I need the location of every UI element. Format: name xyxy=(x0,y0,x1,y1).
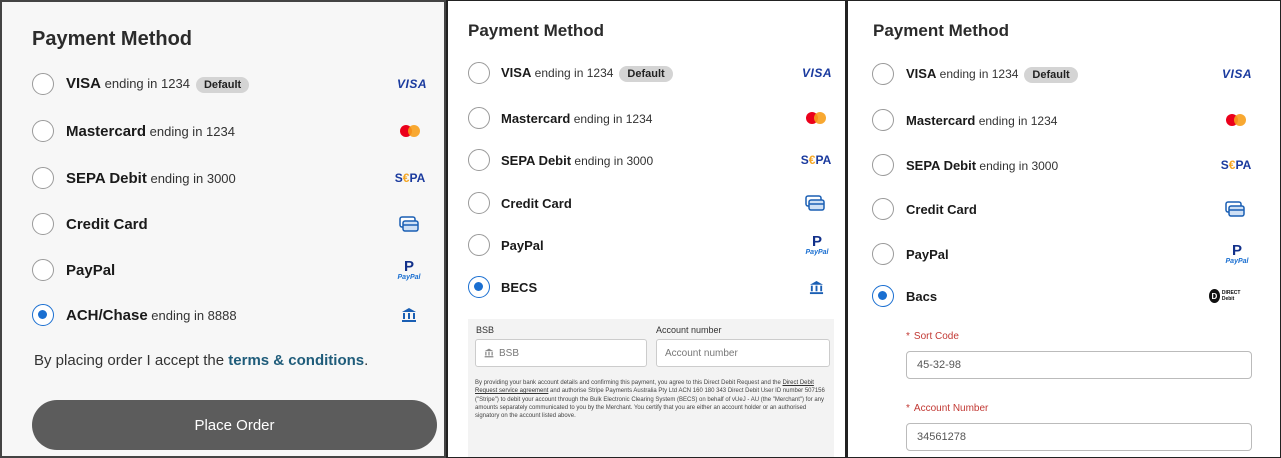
account-number-value: 34561278 xyxy=(917,431,966,443)
option-brand: VISA xyxy=(66,75,102,92)
option-visa[interactable]: VISA ending in 1234 Default VISA xyxy=(848,59,1280,89)
paypal-logo: P PayPal xyxy=(1225,241,1249,265)
option-bacs[interactable]: Bacs D DIRECT Debit xyxy=(848,281,1280,311)
radio-visa[interactable] xyxy=(872,63,894,85)
sepa-logo: S € PA xyxy=(800,153,832,167)
page-title: Payment Method xyxy=(873,21,1010,40)
payment-panel-bacs: Payment Method VISA ending in 1234 Defaul… xyxy=(846,0,1281,458)
option-visa[interactable]: VISA ending in 1234 Default VISA xyxy=(2,69,444,99)
radio-credit-card[interactable] xyxy=(32,213,54,235)
becs-form: BSB Account number BSB Account number By… xyxy=(468,319,834,457)
visa-logo: VISA xyxy=(396,77,427,91)
radio-bacs[interactable] xyxy=(872,285,894,307)
radio-sepa[interactable] xyxy=(468,149,490,171)
option-brand: Mastercard xyxy=(66,122,147,140)
radio-paypal[interactable] xyxy=(468,234,490,256)
sort-code-label: * Sort Code xyxy=(906,331,959,342)
mastercard-logo xyxy=(804,112,828,124)
page-title: Payment Method xyxy=(468,21,605,40)
default-badge: Default xyxy=(1024,66,1078,83)
option-brand: Credit Card xyxy=(66,215,148,233)
option-mastercard[interactable]: Mastercard ending in 1234 xyxy=(448,103,845,133)
credit-card-icon xyxy=(804,195,826,211)
option-paypal[interactable]: PayPal P PayPal xyxy=(448,230,845,260)
option-sepa[interactable]: SEPA Debit ending in 3000 S € PA xyxy=(448,145,845,175)
bank-icon xyxy=(399,307,419,323)
payment-panel-becs: Payment Method VISA ending in 1234 Defaul… xyxy=(446,0,846,458)
radio-visa[interactable] xyxy=(32,73,54,95)
option-suffix: ending in 1234 xyxy=(146,123,235,139)
radio-mastercard[interactable] xyxy=(468,107,490,129)
option-mastercard[interactable]: Mastercard ending in 1234 xyxy=(2,116,444,146)
terms-link[interactable]: terms & conditions xyxy=(228,352,364,369)
radio-mastercard[interactable] xyxy=(32,120,54,142)
place-order-button[interactable]: Place Order xyxy=(32,400,437,450)
option-credit-card[interactable]: Credit Card xyxy=(848,194,1280,224)
default-badge: Default xyxy=(195,77,250,93)
sort-code-value: 45-32-98 xyxy=(917,359,962,371)
radio-credit-card[interactable] xyxy=(872,198,894,220)
radio-paypal[interactable] xyxy=(872,243,894,265)
radio-becs[interactable] xyxy=(468,276,490,298)
radio-ach-chase[interactable] xyxy=(32,304,54,326)
credit-card-icon xyxy=(1224,201,1246,217)
option-paypal[interactable]: PayPal P PayPal xyxy=(848,239,1280,269)
option-credit-card[interactable]: Credit Card xyxy=(2,209,444,239)
option-suffix: ending in 1234 xyxy=(101,76,190,91)
mastercard-logo xyxy=(1224,114,1248,126)
bank-icon xyxy=(484,348,494,358)
paypal-logo: P PayPal xyxy=(805,232,829,256)
bsb-input[interactable]: BSB xyxy=(475,339,647,367)
option-credit-card[interactable]: Credit Card xyxy=(448,188,845,218)
default-badge: Default xyxy=(619,65,673,82)
direct-debit-logo: D DIRECT Debit xyxy=(1208,288,1248,304)
sepa-logo: S € PA xyxy=(1220,158,1252,172)
account-number-label: Account number xyxy=(656,325,722,335)
credit-card-icon xyxy=(398,216,420,232)
page-title: Payment Method xyxy=(32,28,193,50)
bank-icon xyxy=(806,280,826,295)
visa-logo: VISA xyxy=(1221,67,1252,81)
option-becs[interactable]: BECS xyxy=(448,272,845,302)
visa-logo: VISA xyxy=(801,66,832,80)
option-mastercard[interactable]: Mastercard ending in 1234 xyxy=(848,105,1280,135)
option-visa[interactable]: VISA ending in 1234 Default VISA xyxy=(448,58,845,88)
account-number-placeholder: Account number xyxy=(665,347,738,359)
sepa-logo: S € PA xyxy=(394,171,426,185)
option-brand: SEPA Debit xyxy=(66,169,147,187)
radio-paypal[interactable] xyxy=(32,259,54,281)
option-suffix: ending in 8888 xyxy=(147,307,237,323)
direct-debit-legal-text: By providing your bank account details a… xyxy=(475,380,825,420)
account-number-label: * Account Number xyxy=(906,403,989,414)
option-brand: ACH/Chase xyxy=(66,306,148,324)
option-sepa[interactable]: SEPA Debit ending in 3000 S € PA xyxy=(848,150,1280,180)
radio-mastercard[interactable] xyxy=(872,109,894,131)
option-paypal[interactable]: PayPal P PayPal xyxy=(2,255,444,285)
radio-sepa[interactable] xyxy=(32,167,54,189)
option-suffix: ending in 3000 xyxy=(146,170,236,186)
radio-visa[interactable] xyxy=(468,62,490,84)
mastercard-logo xyxy=(398,125,422,137)
payment-panel-ach: Payment Method VISA ending in 1234 Defaul… xyxy=(0,0,446,458)
bsb-label: BSB xyxy=(476,325,495,335)
account-number-input[interactable]: 34561278 xyxy=(906,423,1252,451)
terms-text: By placing order I accept the terms & co… xyxy=(34,352,369,369)
radio-sepa[interactable] xyxy=(872,154,894,176)
option-ach-chase[interactable]: ACH/Chase ending in 8888 xyxy=(2,300,444,330)
account-number-input[interactable]: Account number xyxy=(656,339,830,367)
bsb-placeholder: BSB xyxy=(499,347,520,359)
option-brand: PayPal xyxy=(66,261,116,279)
option-sepa[interactable]: SEPA Debit ending in 3000 S € PA xyxy=(2,163,444,193)
paypal-logo: P PayPal xyxy=(397,257,421,281)
sort-code-input[interactable]: 45-32-98 xyxy=(906,351,1252,379)
radio-credit-card[interactable] xyxy=(468,192,490,214)
